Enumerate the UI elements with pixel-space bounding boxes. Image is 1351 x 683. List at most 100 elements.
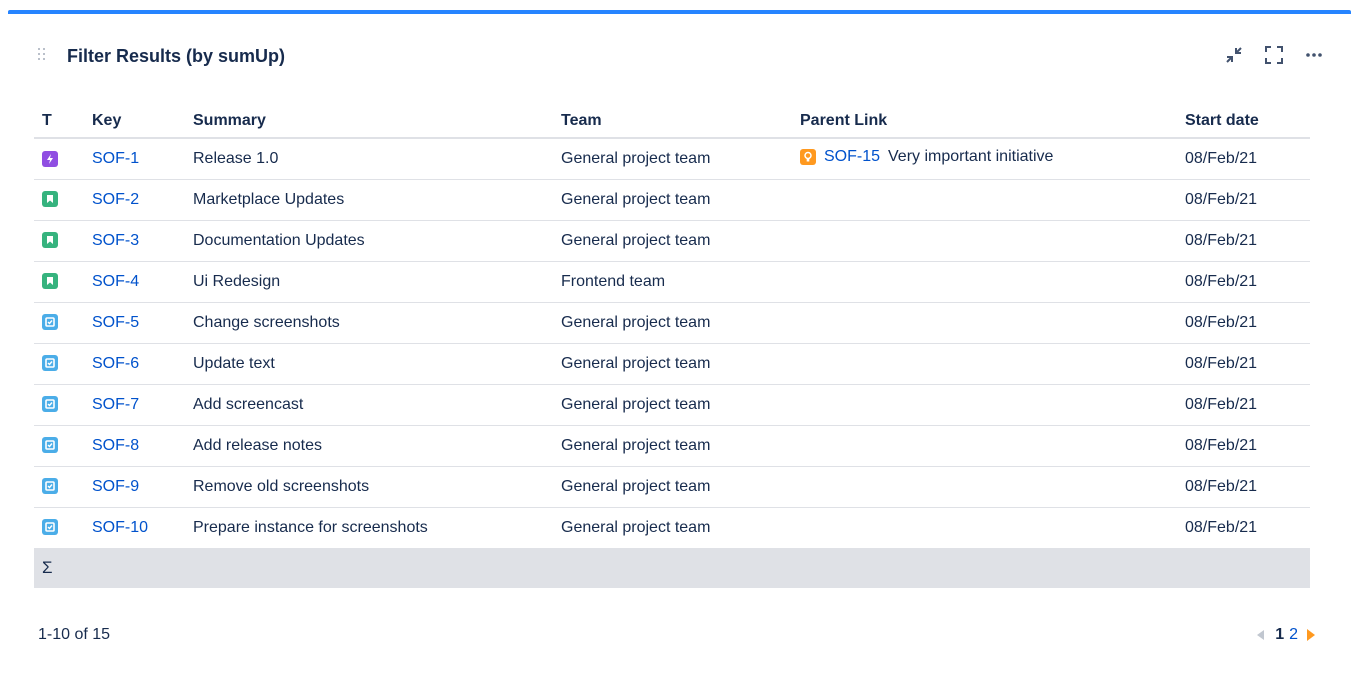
table-row: SOF-6 Update text General project team 08/F… <box>34 343 1310 385</box>
table-row: SOF-5 Change screenshots General project t… <box>34 302 1310 344</box>
key-cell: SOF-3 <box>84 220 185 262</box>
key-cell: SOF-6 <box>84 343 185 385</box>
team-cell: General project team <box>553 179 792 221</box>
pagination: 1 2 <box>1257 626 1315 644</box>
story-icon <box>42 232 58 249</box>
issue-key-link[interactable]: SOF-6 <box>92 355 139 372</box>
summary-cell: Release 1.0 <box>185 138 553 180</box>
type-cell <box>34 466 84 508</box>
column-header-team[interactable]: Team <box>553 104 792 139</box>
start-date-cell: 08/Feb/21 <box>1177 179 1310 221</box>
issue-key-link[interactable]: SOF-10 <box>92 519 148 536</box>
parent-link-cell: SOF-15 Very important initiative <box>792 138 1177 180</box>
column-header-key[interactable]: Key <box>84 104 185 139</box>
column-header-summary[interactable]: Summary <box>185 104 553 139</box>
team-cell: General project team <box>553 343 792 385</box>
result-count: 1-10 of 15 <box>38 626 111 643</box>
issue-key-link[interactable]: SOF-1 <box>92 150 139 167</box>
type-cell <box>34 261 84 303</box>
column-header-parent-link[interactable]: Parent Link <box>792 104 1177 139</box>
parent-link-cell <box>792 425 1177 467</box>
type-cell <box>34 425 84 467</box>
issue-key-link[interactable]: SOF-8 <box>92 437 139 454</box>
task-icon <box>42 396 58 413</box>
issue-key-link[interactable]: SOF-2 <box>92 191 139 208</box>
team-cell: General project team <box>553 220 792 262</box>
table-row: SOF-4 Ui Redesign Frontend team 08/Feb/21 <box>34 261 1310 303</box>
key-cell: SOF-4 <box>84 261 185 303</box>
summary-cell: Add release notes <box>185 425 553 467</box>
table-row: SOF-2 Marketplace Updates General project … <box>34 179 1310 221</box>
issue-key-link[interactable]: SOF-7 <box>92 396 139 413</box>
start-date-cell: 08/Feb/21 <box>1177 343 1310 385</box>
gadget-header: Filter Results (by sumUp) <box>8 42 1351 74</box>
summary-cell: Documentation Updates <box>185 220 553 262</box>
key-cell: SOF-2 <box>84 179 185 221</box>
team-cell: General project team <box>553 466 792 508</box>
issue-key-link[interactable]: SOF-3 <box>92 232 139 249</box>
drag-handle-icon[interactable] <box>38 48 48 62</box>
team-cell: General project team <box>553 507 792 549</box>
key-cell: SOF-9 <box>84 466 185 508</box>
table-header-row: T Key Summary Team Parent Link Start dat… <box>34 104 1310 139</box>
story-icon <box>42 273 58 290</box>
issue-key-link[interactable]: SOF-4 <box>92 273 139 290</box>
key-cell: SOF-8 <box>84 425 185 467</box>
story-icon <box>42 191 58 208</box>
column-header-type[interactable]: T <box>34 104 84 139</box>
type-cell <box>34 220 84 262</box>
parent-link-cell <box>792 466 1177 508</box>
parent-link-cell <box>792 179 1177 221</box>
team-cell: General project team <box>553 425 792 467</box>
gadget-actions <box>1223 44 1325 66</box>
type-cell <box>34 343 84 385</box>
start-date-cell: 08/Feb/21 <box>1177 261 1310 303</box>
parent-link: SOF-15 Very important initiative <box>800 148 1053 166</box>
type-cell <box>34 507 84 549</box>
previous-page-icon <box>1257 630 1265 640</box>
maximize-icon[interactable] <box>1263 44 1285 66</box>
parent-link-cell <box>792 384 1177 426</box>
minimize-icon[interactable] <box>1223 44 1245 66</box>
team-cell: General project team <box>553 138 792 180</box>
table-row: SOF-9 Remove old screenshots General proje… <box>34 466 1310 508</box>
start-date-cell: 08/Feb/21 <box>1177 302 1310 344</box>
table-row: SOF-7 Add screencast General project team 0… <box>34 384 1310 426</box>
parent-link-cell <box>792 507 1177 549</box>
page-link-2[interactable]: 2 <box>1289 626 1298 644</box>
more-options-icon[interactable] <box>1303 44 1325 66</box>
key-cell: SOF-1 <box>84 138 185 180</box>
task-icon <box>42 355 58 372</box>
next-page-icon[interactable] <box>1307 629 1315 641</box>
start-date-cell: 08/Feb/21 <box>1177 466 1310 508</box>
summary-cell: Prepare instance for screenshots <box>185 507 553 549</box>
start-date-cell: 08/Feb/21 <box>1177 220 1310 262</box>
key-cell: SOF-10 <box>84 507 185 549</box>
type-cell <box>34 384 84 426</box>
results-table: T Key Summary Team Parent Link Start dat… <box>34 104 1310 588</box>
parent-link-cell <box>792 261 1177 303</box>
start-date-cell: 08/Feb/21 <box>1177 384 1310 426</box>
summary-cell: Remove old screenshots <box>185 466 553 508</box>
sum-row: Σ <box>34 548 1310 588</box>
column-header-start-date[interactable]: Start date <box>1177 104 1310 139</box>
gadget-title: Filter Results (by sumUp) <box>67 46 286 66</box>
parent-key-link[interactable]: SOF-15 <box>824 148 880 166</box>
epic-icon <box>42 150 58 167</box>
summary-cell: Ui Redesign <box>185 261 553 303</box>
start-date-cell: 08/Feb/21 <box>1177 138 1310 180</box>
task-icon <box>42 314 58 331</box>
key-cell: SOF-7 <box>84 384 185 426</box>
task-icon <box>42 519 58 536</box>
issue-key-link[interactable]: SOF-5 <box>92 314 139 331</box>
issue-key-link[interactable]: SOF-9 <box>92 478 139 495</box>
summary-cell: Add screencast <box>185 384 553 426</box>
team-cell: Frontend team <box>553 261 792 303</box>
start-date-cell: 08/Feb/21 <box>1177 507 1310 549</box>
team-cell: General project team <box>553 302 792 344</box>
sum-symbol: Σ <box>34 548 1310 588</box>
start-date-cell: 08/Feb/21 <box>1177 425 1310 467</box>
summary-cell: Marketplace Updates <box>185 179 553 221</box>
current-page: 1 <box>1275 626 1285 643</box>
summary-cell: Update text <box>185 343 553 385</box>
